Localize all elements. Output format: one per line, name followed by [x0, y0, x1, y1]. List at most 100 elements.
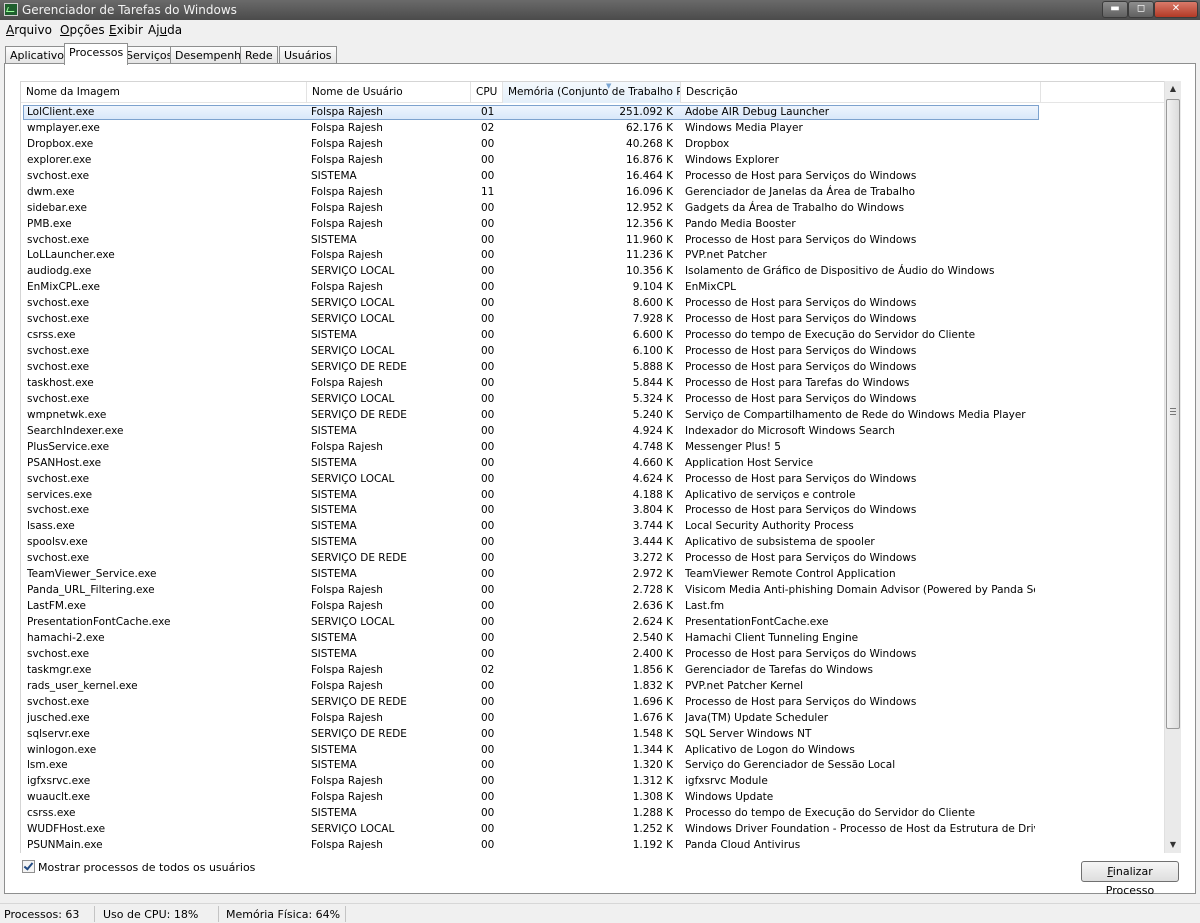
column-header-memory[interactable]: Memória (Conjunto de Trabalho Pa...: [503, 82, 681, 103]
process-row[interactable]: svchost.exe SERVIÇO LOCAL 00 6.100 K Process…: [21, 344, 1164, 360]
process-row[interactable]: SearchIndexer.exe SISTEMA 00 4.924 K Indexad…: [21, 424, 1164, 440]
process-row[interactable]: svchost.exe SERVIÇO LOCAL 00 4.624 K Process…: [21, 472, 1164, 488]
process-mem-cell: 1.192 K: [632, 839, 673, 852]
process-row[interactable]: PMB.exe Folspa Rajesh 00 12.356 K Pando Medi…: [21, 217, 1164, 233]
column-header-user[interactable]: Nome de Usuário: [307, 82, 471, 103]
process-user-cell: SISTEMA: [311, 631, 357, 644]
minimize-button[interactable]: ▬: [1102, 1, 1128, 18]
menu-ajuda[interactable]: Ajuda: [148, 23, 182, 37]
process-row[interactable]: svchost.exe SERVIÇO LOCAL 00 7.928 K Process…: [21, 312, 1164, 328]
process-mem-cell: 2.400 K: [632, 647, 673, 660]
process-row[interactable]: csrss.exe SISTEMA 00 6.600 K Processo do tem…: [21, 328, 1164, 344]
process-mem-cell: 6.600 K: [632, 329, 673, 342]
end-process-label: inalizar Processo: [1105, 865, 1155, 897]
process-row[interactable]: svchost.exe SERVIÇO DE REDE 00 5.888 K Proce…: [21, 360, 1164, 376]
process-row[interactable]: svchost.exe SISTEMA 00 2.400 K Processo de H…: [21, 647, 1164, 663]
tab-usuarios[interactable]: Usuários: [279, 46, 337, 64]
process-desc-cell: Processo de Host para Serviços do Window…: [685, 392, 917, 405]
process-name-cell: lsass.exe: [27, 520, 75, 533]
process-row[interactable]: wmplayer.exe Folspa Rajesh 02 62.176 K Windo…: [21, 121, 1164, 137]
menu-ajuda-pre: Aj: [148, 23, 160, 37]
process-row[interactable]: audiodg.exe SERVIÇO LOCAL 00 10.356 K Isolam…: [21, 264, 1164, 280]
show-all-users-label[interactable]: Mostrar processos de todos os usuários: [38, 861, 255, 874]
process-mem-cell: 16.096 K: [626, 185, 673, 198]
process-row[interactable]: igfxsrvc.exe Folspa Rajesh 00 1.312 Kigfxsr…: [21, 774, 1164, 790]
process-row[interactable]: svchost.exe SERVIÇO LOCAL 00 8.600 K Process…: [21, 296, 1164, 312]
process-row[interactable]: rads_user_kernel.exe Folspa Rajesh 00 1.832…: [21, 679, 1164, 695]
process-user-cell: Folspa Rajesh: [311, 440, 383, 453]
process-row[interactable]: svchost.exe SISTEMA 00 11.960 K Processo de …: [21, 233, 1164, 249]
process-row[interactable]: spoolsv.exe SISTEMA 00 3.444 K Aplicativo de…: [21, 535, 1164, 551]
process-row[interactable]: svchost.exe SISTEMA 00 16.464 K Processo de …: [21, 169, 1164, 185]
process-row[interactable]: LastFM.exe Folspa Rajesh 00 2.636 K Last.fm: [21, 599, 1164, 615]
process-row[interactable]: svchost.exe SERVIÇO DE REDE 00 3.272 K Proce…: [21, 551, 1164, 567]
process-row[interactable]: jusched.exe Folspa Rajesh 00 1.676 K Java(TM…: [21, 711, 1164, 727]
process-row[interactable]: wmpnetwk.exe SERVIÇO DE REDE 00 5.240 K Serv…: [21, 408, 1164, 424]
process-desc-cell: Processo de Host para Serviços do Window…: [685, 504, 917, 517]
column-header-name[interactable]: Nome da Imagem: [21, 82, 307, 103]
tab-rede[interactable]: Rede: [240, 46, 278, 64]
process-row[interactable]: dwm.exe Folspa Rajesh 11 16.096 K Gerenciado…: [21, 185, 1164, 201]
process-row[interactable]: svchost.exe SISTEMA 00 3.804 K Processo de H…: [21, 503, 1164, 519]
sort-arrow-icon: ▼: [606, 82, 612, 90]
process-row[interactable]: lsass.exe SISTEMA 00 3.744 K Local Security …: [21, 519, 1164, 535]
process-row[interactable]: wuauclt.exe Folspa Rajesh 00 1.308 K Windows…: [21, 790, 1164, 806]
end-process-button[interactable]: Finalizar Processo: [1081, 861, 1179, 897]
process-desc-cell: Processo de Host para Serviços do Window…: [685, 695, 917, 708]
process-user-cell: Folspa Rajesh: [311, 775, 383, 788]
scroll-up-icon[interactable]: ▲: [1165, 81, 1181, 97]
scrollbar-thumb[interactable]: [1166, 99, 1180, 729]
process-row[interactable]: taskhost.exe Folspa Rajesh 00 5.844 K Proces…: [21, 376, 1164, 392]
process-row[interactable]: taskmgr.exe Folspa Rajesh 02 1.856 K Gerenci…: [21, 663, 1164, 679]
process-name-cell: rads_user_kernel.exe: [27, 679, 138, 692]
column-header-cpu[interactable]: CPU: [471, 82, 503, 103]
process-row[interactable]: sidebar.exe Folspa Rajesh 00 12.952 K Gadget…: [21, 201, 1164, 217]
process-row[interactable]: svchost.exe SERVIÇO LOCAL 00 5.324 K Process…: [21, 392, 1164, 408]
process-mem-cell: 40.268 K: [626, 137, 673, 150]
process-row[interactable]: WUDFHost.exe SERVIÇO LOCAL 00 1.252 K Window…: [21, 822, 1164, 838]
process-desc-cell: Processo de Host para Serviços do Window…: [685, 297, 917, 310]
column-header-description[interactable]: Descrição: [681, 82, 1041, 103]
process-row[interactable]: lsm.exe SISTEMA 00 1.320 K Serviço do Gerenc…: [21, 758, 1164, 774]
process-row[interactable]: PresentationFontCache.exe SERVIÇO LOCAL 00…: [21, 615, 1164, 631]
process-row[interactable]: explorer.exe Folspa Rajesh 00 16.876 K Windo…: [21, 153, 1164, 169]
process-row[interactable]: PSANHost.exe SISTEMA 00 4.660 K Application …: [21, 456, 1164, 472]
process-row[interactable]: LolClient.exe Folspa Rajesh 01 251.092 K Ado…: [21, 105, 1164, 121]
menu-exibir[interactable]: Exibir: [109, 23, 143, 37]
process-row[interactable]: Panda_URL_Filtering.exe Folspa Rajesh 00 2.…: [21, 583, 1164, 599]
show-all-users-checkbox[interactable]: [22, 860, 35, 873]
menu-opcoes[interactable]: Opções: [60, 23, 105, 37]
process-row[interactable]: PSUNMain.exe Folspa Rajesh 00 1.192 K Panda …: [21, 838, 1164, 853]
process-row[interactable]: Dropbox.exe Folspa Rajesh 00 40.268 K Dropbo…: [21, 137, 1164, 153]
process-row[interactable]: EnMixCPL.exe Folspa Rajesh 00 9.104 K EnMixC…: [21, 280, 1164, 296]
status-processes: Processos: 63: [4, 908, 80, 921]
close-button[interactable]: ✕: [1154, 1, 1198, 18]
process-row[interactable]: svchost.exe SERVIÇO DE REDE 00 1.696 K Proce…: [21, 695, 1164, 711]
process-row[interactable]: PlusService.exe Folspa Rajesh 00 4.748 K Mes…: [21, 440, 1164, 456]
scroll-down-icon[interactable]: ▼: [1165, 837, 1181, 853]
menu-opcoes-label: pções: [69, 23, 105, 37]
tab-servicos[interactable]: Serviços: [121, 46, 178, 64]
process-name-cell: sidebar.exe: [27, 201, 87, 214]
process-row[interactable]: hamachi-2.exe SISTEMA 00 2.540 K Hamachi Cli…: [21, 631, 1164, 647]
menu-arquivo[interactable]: Arquivo: [6, 23, 52, 37]
process-row[interactable]: services.exe SISTEMA 00 4.188 K Aplicativo d…: [21, 488, 1164, 504]
process-user-cell: Folspa Rajesh: [311, 281, 383, 294]
process-row[interactable]: sqlservr.exe SERVIÇO DE REDE 00 1.548 K SQL …: [21, 727, 1164, 743]
process-row[interactable]: LoLLauncher.exe Folspa Rajesh 00 11.236 K PV…: [21, 248, 1164, 264]
process-mem-cell: 3.272 K: [632, 552, 673, 565]
process-user-cell: SERVIÇO LOCAL: [311, 297, 395, 310]
process-name-cell: dwm.exe: [27, 185, 75, 198]
process-mem-cell: 5.240 K: [632, 408, 673, 421]
process-row[interactable]: csrss.exe SISTEMA 00 1.288 K Processo do tem…: [21, 806, 1164, 822]
process-list[interactable]: Nome da Imagem Nome de Usuário CPU Memór…: [20, 81, 1164, 853]
process-row[interactable]: winlogon.exe SISTEMA 00 1.344 K Aplicativo d…: [21, 743, 1164, 759]
process-name-cell: PSANHost.exe: [27, 456, 102, 469]
process-user-cell: Folspa Rajesh: [311, 121, 383, 134]
maximize-button[interactable]: ◻: [1128, 1, 1154, 18]
menu-exibir-label: xibir: [116, 23, 143, 37]
process-desc-cell: Processo do tempo de Execução do Servido…: [685, 807, 976, 820]
process-row[interactable]: TeamViewer_Service.exe SISTEMA 00 2.972 K Te…: [21, 567, 1164, 583]
vertical-scrollbar[interactable]: ▲ ▼: [1164, 81, 1181, 853]
tab-processos[interactable]: Processos: [64, 43, 129, 65]
